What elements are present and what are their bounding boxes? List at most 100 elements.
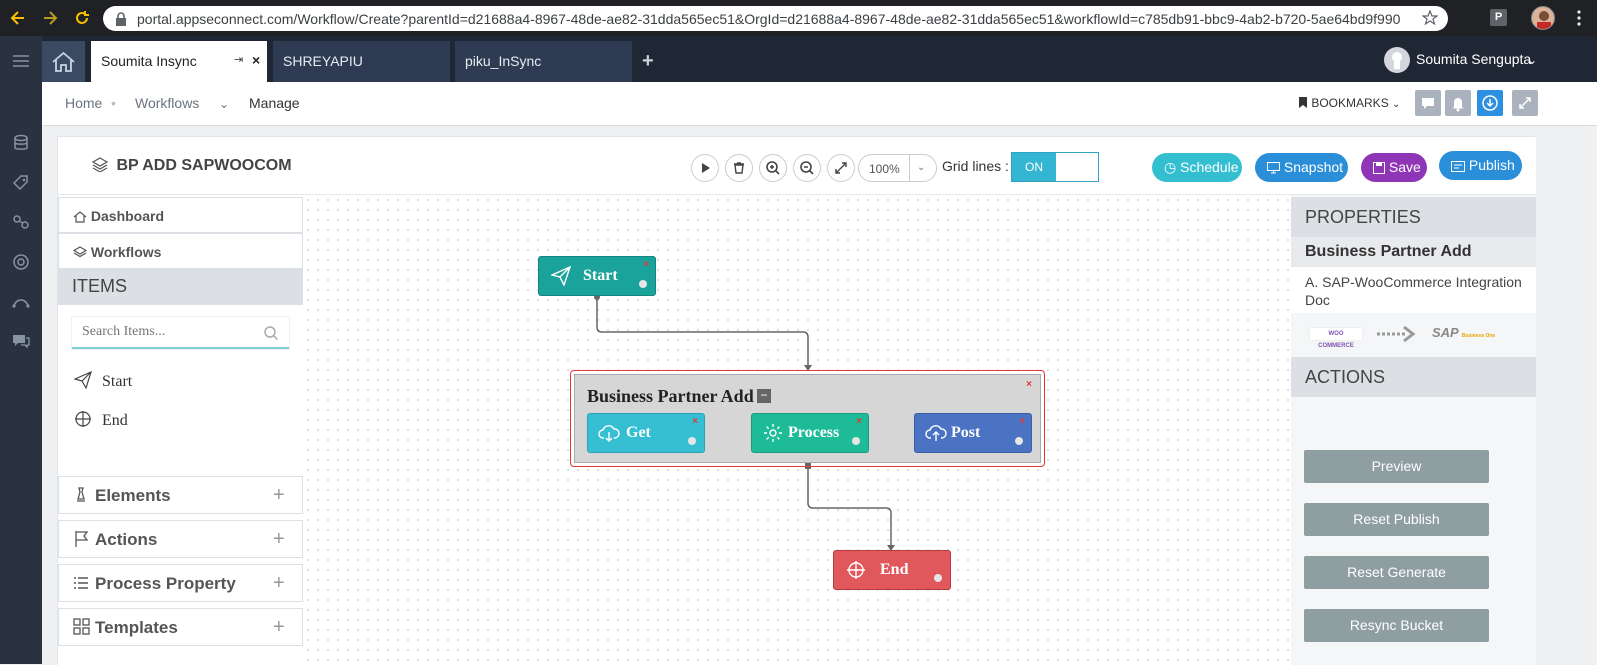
delete-group-icon[interactable]: × [1026,379,1032,390]
connector-port[interactable] [1015,437,1023,445]
tag-icon[interactable] [10,172,32,194]
chat-button[interactable] [1415,90,1441,116]
hamburger-icon[interactable] [10,50,32,72]
support-icon[interactable] [10,251,32,273]
database-icon[interactable] [10,132,32,154]
send-icon [551,266,571,286]
delete-node-icon[interactable]: × [1019,416,1025,427]
browser-profile-avatar[interactable] [1531,6,1555,30]
tab-soumita-insync[interactable]: Soumita Insync ⇥ × [91,41,267,82]
star-icon[interactable] [1422,10,1438,26]
bookmarks-menu[interactable]: BOOKMARKS ⌄ [1298,96,1400,110]
grid-lines-label: Grid lines : [942,158,1009,174]
sap-logo-text: SAP [1432,325,1459,340]
fit-button[interactable] [827,154,855,182]
zoom-out-button[interactable] [793,154,821,182]
link-icon[interactable] [10,211,32,233]
expand-button[interactable] [1512,90,1538,116]
delete-button[interactable] [725,154,753,182]
flow-icon[interactable] [10,290,32,312]
workflow-workspace: BP ADD SAPWOOCOM 100% ⌄ Grid lines : ON … [57,136,1536,665]
reload-icon[interactable] [72,8,92,28]
accordion-templates[interactable]: Templates + [58,608,303,646]
process-node[interactable]: Process × [751,413,869,453]
start-node[interactable]: Start × [538,256,656,296]
connector-port[interactable] [639,280,647,288]
publish-button[interactable]: Publish [1439,151,1522,180]
dashboard-link[interactable]: Dashboard [58,197,303,233]
plus-icon: + [273,572,285,594]
save-button[interactable]: Save [1361,153,1427,182]
get-node[interactable]: Get × [587,413,705,453]
gear-icon [764,424,782,442]
item-label: Start [102,373,133,390]
chat-icon[interactable] [10,330,32,352]
chevron-down-icon: ⌄ [917,162,926,173]
pin-icon[interactable]: ⇥ [234,53,243,66]
accordion-actions[interactable]: Actions + [58,520,303,558]
tab-shreyapiu[interactable]: SHREYAPIU [273,41,451,82]
connector-port[interactable] [688,437,696,445]
plus-icon: + [273,616,285,638]
workflow-canvas[interactable]: Start × Business Partner Add − × Get × P… [303,195,1291,665]
reset-generate-button[interactable]: Reset Generate [1304,556,1489,589]
breadcrumb-manage[interactable]: Manage [249,95,300,111]
plus-icon: + [273,528,285,550]
user-name[interactable]: Soumita Sengupta [1416,51,1531,67]
forward-icon[interactable] [40,8,60,28]
zoom-value: 100% [869,162,900,176]
browser-toolbar: portal.appseconnect.com/Workflow/Create?… [0,0,1597,36]
search-icon[interactable] [263,325,279,341]
url-text[interactable]: portal.appseconnect.com/Workflow/Create?… [137,11,1400,27]
avatar[interactable] [1384,47,1410,73]
collapse-button[interactable]: − [757,389,771,403]
item-label: End [102,412,128,429]
lock-icon [115,12,127,26]
notifications-button[interactable] [1445,90,1471,116]
list-item-end[interactable]: End [74,410,128,430]
browser-menu-icon[interactable] [1571,9,1587,27]
accordion-process-property[interactable]: Process Property + [58,564,303,602]
post-node[interactable]: Post × [914,413,1032,453]
delete-node-icon[interactable]: × [856,416,862,427]
address-bar[interactable]: portal.appseconnect.com/Workflow/Create?… [103,6,1448,31]
property-name: Business Partner Add [1291,237,1536,267]
home-tab[interactable] [42,41,85,82]
close-icon[interactable]: × [252,52,260,68]
back-icon[interactable] [8,8,28,28]
delete-node-icon[interactable]: × [692,416,698,427]
process-group[interactable]: Business Partner Add − × Get × Process × [570,370,1045,467]
cloud-upload-icon [925,425,947,441]
accordion-label: Process Property [95,574,236,593]
page-scrollbar[interactable] [1586,126,1597,664]
breadcrumb-home[interactable]: Home [65,95,102,111]
breadcrumb: Home • Workflows ⌄ Manage BOOKMARKS ⌄ [42,82,1597,126]
delete-node-icon[interactable]: × [643,259,649,270]
accordion-elements[interactable]: Elements + [58,476,303,514]
breadcrumb-workflows[interactable]: Workflows [135,95,199,111]
schedule-button[interactable]: ◷ Schedule [1152,153,1242,182]
add-tab-button[interactable]: + [642,50,654,73]
list-item-start[interactable]: Start [74,371,132,391]
search-input[interactable] [82,324,252,340]
snapshot-button[interactable]: Snapshot [1255,153,1348,182]
reset-publish-button[interactable]: Reset Publish [1304,503,1489,536]
tab-piku-insync[interactable]: piku_InSync [455,41,633,82]
workflows-link[interactable]: Workflows [58,233,303,269]
zoom-select[interactable]: 100% ⌄ [858,154,937,182]
download-button[interactable] [1477,90,1503,116]
zoom-in-button[interactable] [759,154,787,182]
end-node[interactable]: End [833,550,951,590]
node-label: End [880,561,909,578]
preview-button[interactable]: Preview [1304,450,1489,483]
properties-header: PROPERTIES [1291,197,1536,237]
connector-port[interactable] [852,437,860,445]
resync-bucket-button[interactable]: Resync Bucket [1304,609,1489,642]
grid-lines-toggle[interactable]: ON [1011,152,1099,182]
connector-port[interactable] [934,574,942,582]
chevron-down-icon[interactable]: ⌄ [1527,53,1537,67]
play-button[interactable] [691,154,719,182]
extension-icon[interactable]: P [1490,9,1507,26]
app-tab-bar: Soumita Insync ⇥ × SHREYAPIU piku_InSync… [42,36,1597,82]
chevron-down-icon[interactable]: ⌄ [219,97,229,111]
